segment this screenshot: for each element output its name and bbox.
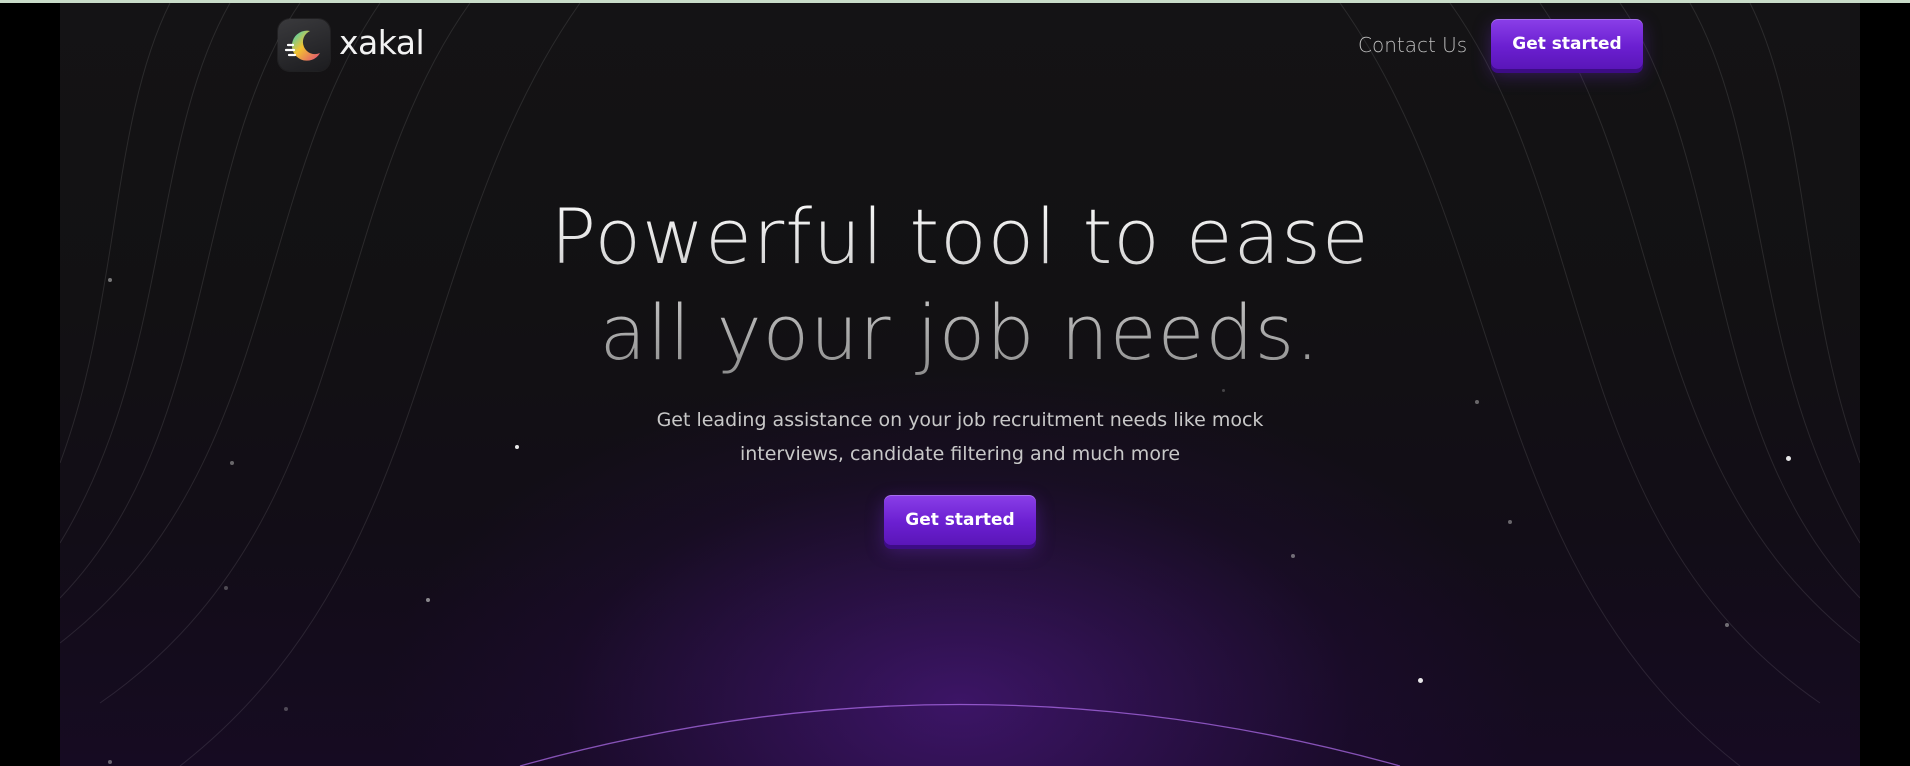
star-dot [1508, 520, 1512, 524]
star-dot [224, 586, 228, 590]
horizon-arc [519, 703, 1401, 766]
star-dot [284, 707, 288, 711]
star-dot [1291, 554, 1295, 558]
hero-headline-line-2: all your job needs. [599, 288, 1321, 377]
star-dot [426, 598, 430, 602]
star-dot [1725, 623, 1729, 627]
crescent-moon-logo-icon [284, 30, 320, 61]
star-dot [108, 278, 112, 282]
hero-subtext-line-1: Get leading assistance on your job recru… [656, 409, 1264, 431]
hero-get-started-button[interactable]: Get started [884, 495, 1036, 545]
brand-name[interactable]: xakal [339, 23, 425, 62]
star-dot [1475, 400, 1479, 404]
hero-subtext-line-2: interviews, candidate filtering and much… [739, 443, 1181, 465]
hero-headline: Powerful tool to ease all your job needs… [360, 189, 1560, 381]
star-dot [230, 461, 234, 465]
top-navigation: xakal Contact Us Get started [60, 3, 1860, 89]
landing-page: xakal Contact Us Get started Powerful to… [60, 3, 1860, 766]
star-dot [108, 760, 112, 764]
background-decoration [60, 3, 1860, 766]
star-dot [1786, 456, 1791, 461]
hero-subtext: Get leading assistance on your job recru… [560, 403, 1360, 471]
hero-headline-line-1: Powerful tool to ease [550, 192, 1370, 281]
star-dot [515, 445, 519, 449]
star-dot [1418, 678, 1423, 683]
nav-get-started-button[interactable]: Get started [1491, 19, 1643, 69]
logo[interactable] [278, 19, 330, 71]
star-dot [1222, 389, 1225, 392]
contact-us-link[interactable]: Contact Us [1358, 33, 1467, 57]
